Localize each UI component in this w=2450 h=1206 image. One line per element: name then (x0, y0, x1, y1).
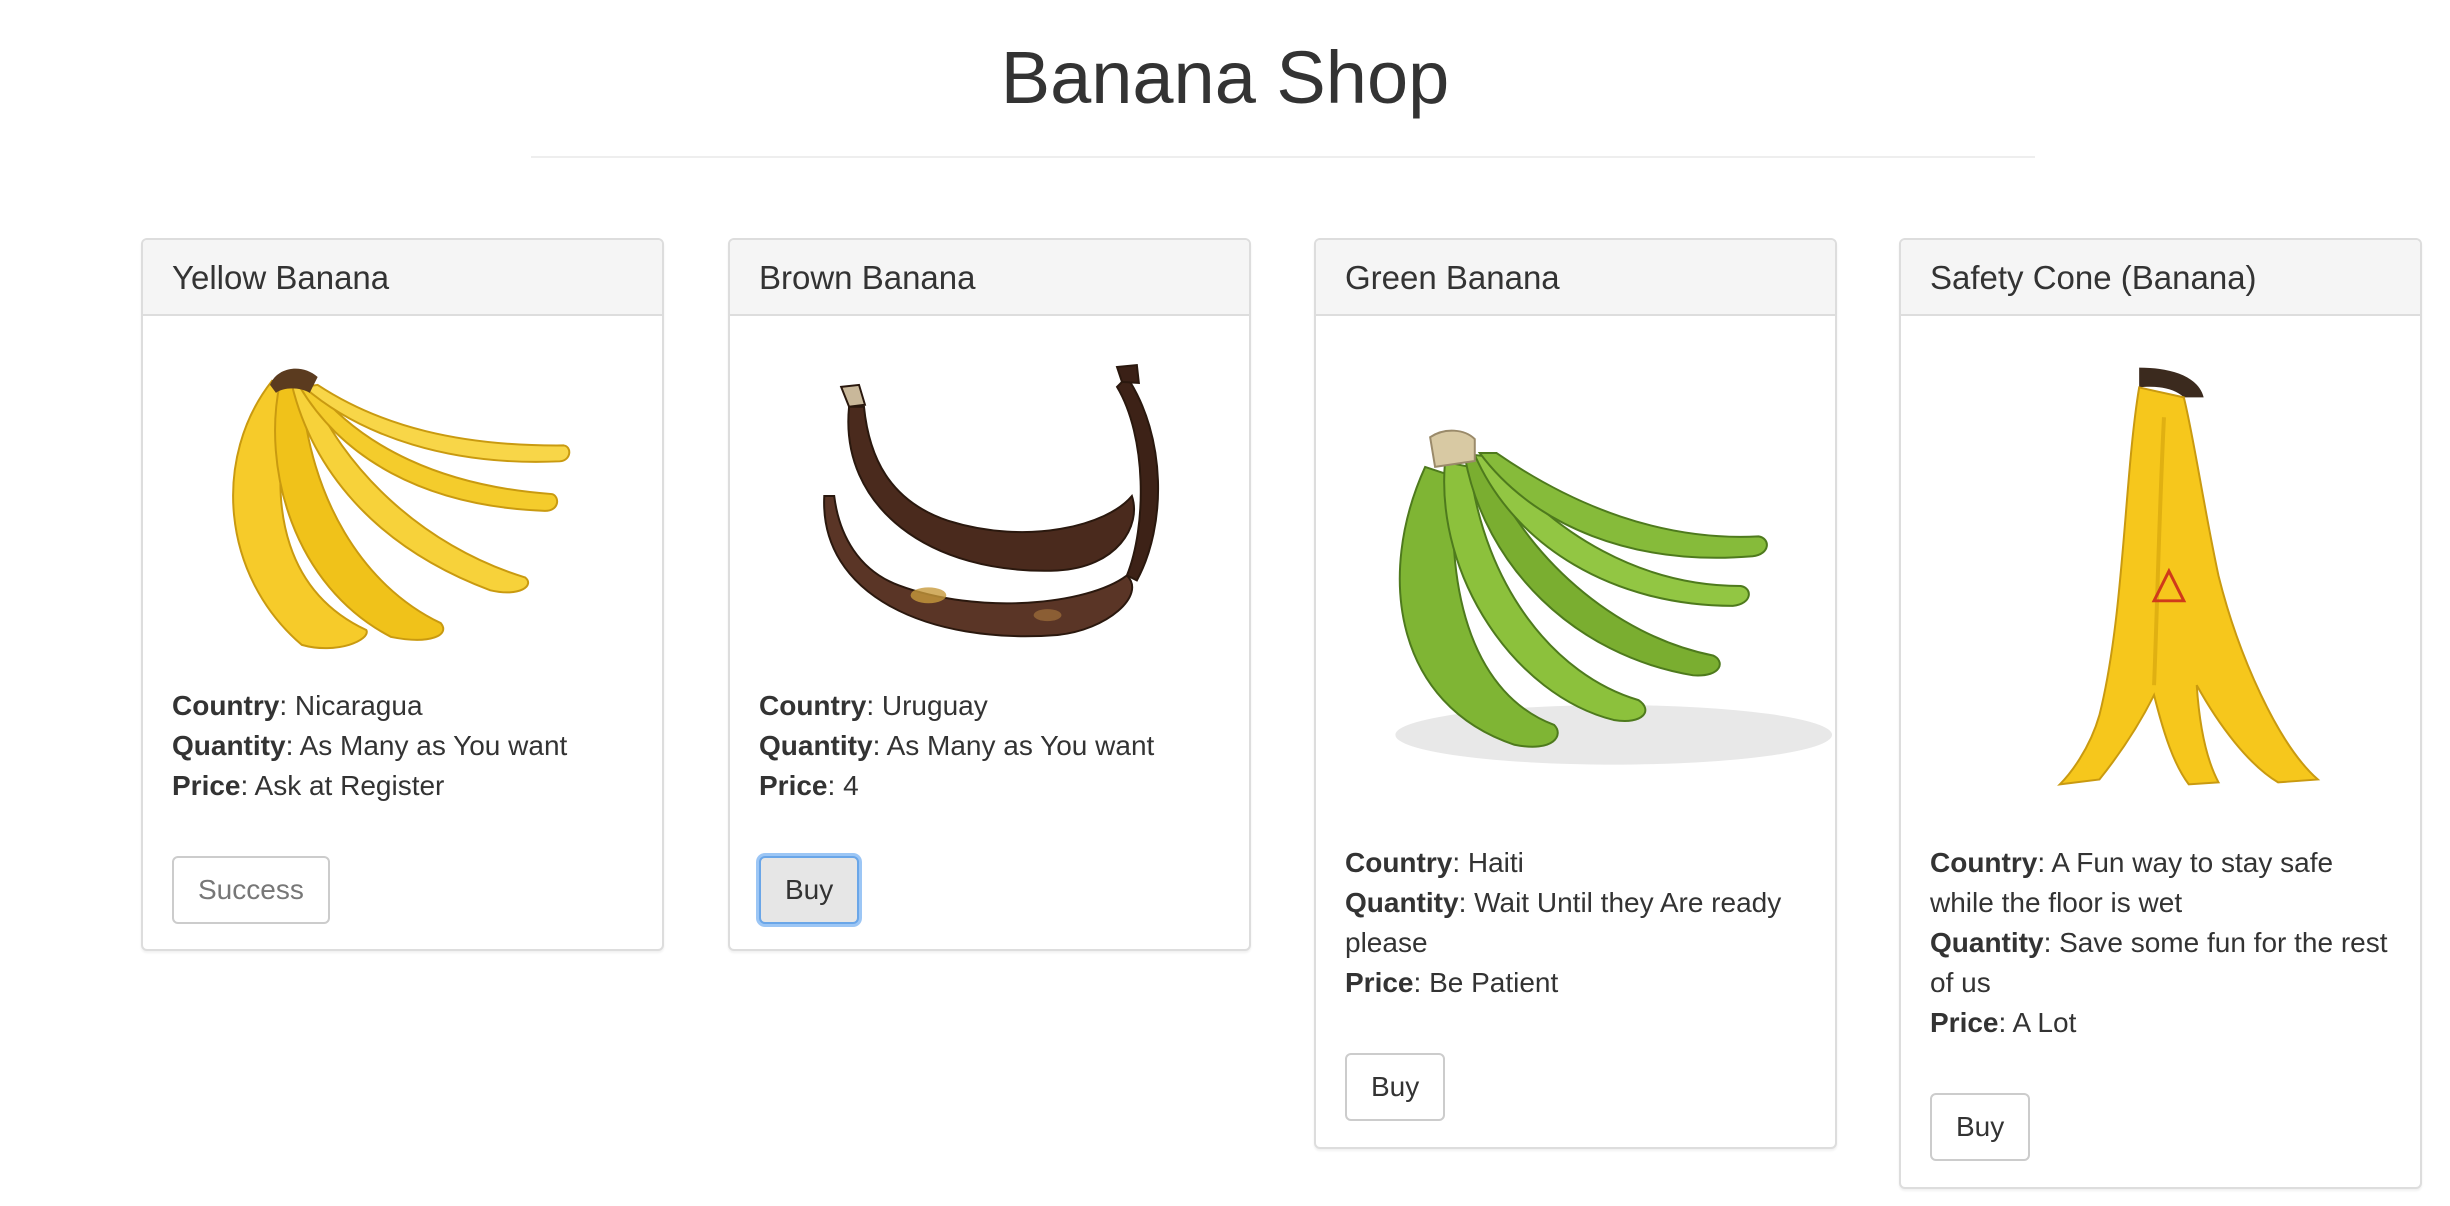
quantity-label: Quantity (1345, 887, 1459, 918)
product-card-yellow-banana: Yellow Banana Country: Nicaragua Quantit… (141, 238, 664, 951)
product-card-safety-cone: Safety Cone (Banana) Country: A Fun way … (1899, 238, 2422, 1189)
price-value: 4 (843, 770, 859, 801)
product-specs: Country: Haiti Quantity: Wait Until they… (1345, 847, 1782, 998)
country-value: Haiti (1467, 847, 1524, 878)
country-label: Country (1345, 847, 1453, 878)
product-specs: Country: A Fun way to stay safe while th… (1930, 847, 2388, 1038)
price-value: Be Patient (1429, 967, 1559, 998)
product-title: Yellow Banana (143, 240, 662, 316)
price-value: Ask at Register (254, 770, 445, 801)
country-label: Country (172, 690, 280, 721)
country-value: Nicaragua (294, 690, 423, 721)
price-label: Price (172, 770, 241, 801)
product-title: Green Banana (1316, 240, 1835, 316)
quantity-value: As Many as You want (886, 730, 1155, 761)
price-label: Price (759, 770, 828, 801)
yellow-banana-image (232, 368, 571, 650)
product-title: Safety Cone (Banana) (1901, 240, 2420, 316)
product-card-brown-banana: Brown Banana Country: Uruguay Quantity: … (728, 238, 1251, 951)
country-label: Country (759, 690, 867, 721)
quantity-value: As Many as You want (299, 730, 568, 761)
price-value: A Lot (2012, 1007, 2077, 1038)
title-divider (531, 156, 2035, 158)
quantity-label: Quantity (1930, 927, 2044, 958)
banana-safety-cone-image (2057, 367, 2321, 786)
buy-button[interactable]: Buy (1930, 1093, 2031, 1161)
success-button[interactable]: Success (172, 856, 330, 924)
country-value: Uruguay (881, 690, 988, 721)
price-label: Price (1345, 967, 1414, 998)
brown-banana-image (823, 363, 1160, 638)
quantity-label: Quantity (172, 730, 286, 761)
green-banana-image (1395, 429, 1833, 765)
product-card-green-banana: Green Banana Country: Haiti Quantity: Wa… (1314, 238, 1837, 1149)
product-title: Brown Banana (730, 240, 1249, 316)
page-title: Banana Shop (1000, 36, 1450, 119)
buy-button[interactable]: Buy (1345, 1053, 1446, 1121)
price-label: Price (1930, 1007, 1999, 1038)
quantity-label: Quantity (759, 730, 873, 761)
buy-button[interactable]: Buy (759, 856, 860, 924)
country-label: Country (1930, 847, 2038, 878)
product-specs: Country: Uruguay Quantity: As Many as Yo… (759, 690, 1155, 801)
product-specs: Country: Nicaragua Quantity: As Many as … (172, 690, 568, 801)
